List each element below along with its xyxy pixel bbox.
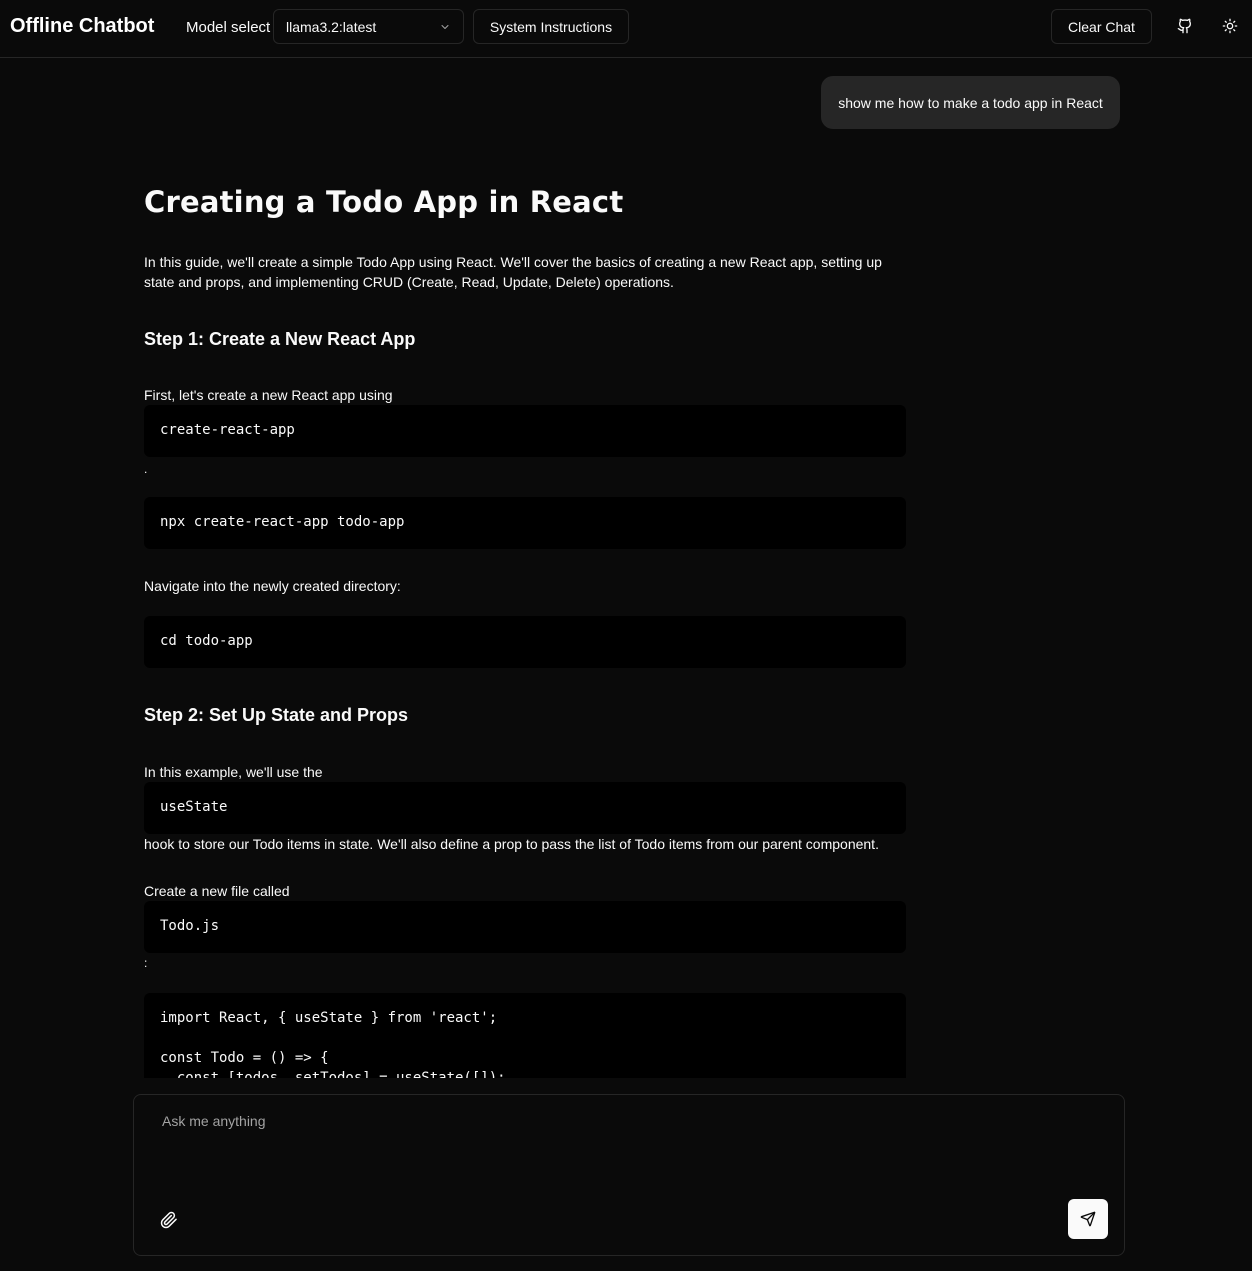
github-icon xyxy=(1177,18,1192,34)
code-block: Todo.js xyxy=(144,901,906,953)
code-block: import React, { useState } from 'react';… xyxy=(144,993,906,1078)
chat-input-container xyxy=(133,1094,1125,1256)
github-button[interactable] xyxy=(1172,13,1198,39)
chat-response-area: Creating a Todo App in React In this gui… xyxy=(0,59,1252,1078)
code-block: cd todo-app xyxy=(144,616,906,668)
model-select-label: Model select xyxy=(186,19,271,36)
code-line: create-react-app xyxy=(160,422,295,438)
step1-text: First, let's create a new React app usin… xyxy=(144,387,393,403)
theme-toggle-button[interactable] xyxy=(1217,13,1243,39)
code-block: npx create-react-app todo-app xyxy=(144,497,906,549)
navigate-text: Navigate into the newly created director… xyxy=(144,578,401,594)
system-instructions-button[interactable]: System Instructions xyxy=(473,9,629,44)
step2-text: In this example, we'll use the xyxy=(144,764,323,780)
code-line: npx create-react-app todo-app xyxy=(160,514,405,530)
step2-heading: Step 2: Set Up State and Props xyxy=(144,705,409,725)
step1-dot: . xyxy=(144,462,148,476)
paperclip-icon xyxy=(160,1211,177,1229)
chat-input[interactable] xyxy=(150,1105,1114,1201)
send-icon xyxy=(1080,1211,1096,1227)
code-line: useState xyxy=(160,799,228,815)
sun-icon xyxy=(1222,18,1238,34)
model-select-value: llama3.2:latest xyxy=(286,19,377,35)
step1-heading: Step 1: Create a New React App xyxy=(144,329,416,349)
code-line: Todo.js xyxy=(160,918,220,934)
step2-text-continued: hook to store our Todo items in state. W… xyxy=(144,836,879,852)
clear-chat-button[interactable]: Clear Chat xyxy=(1051,9,1152,44)
code-line: const Todo = () => { xyxy=(160,1050,329,1066)
send-button[interactable] xyxy=(1068,1199,1108,1239)
code-block: create-react-app xyxy=(144,405,906,457)
code-line: cd todo-app xyxy=(160,633,253,649)
chevron-down-icon xyxy=(441,25,449,29)
code-block: useState xyxy=(144,782,906,834)
attach-button[interactable] xyxy=(160,1211,180,1231)
response-intro: In this guide, we'll create a simple Tod… xyxy=(144,254,882,290)
app-header: Offline Chatbot Model select llama3.2:la… xyxy=(0,0,1252,58)
model-select-dropdown[interactable]: llama3.2:latest xyxy=(273,9,464,44)
create-colon: : xyxy=(144,956,148,970)
response-title: Creating a Todo App in React xyxy=(144,185,624,219)
create-file-text: Create a new file called xyxy=(144,883,290,899)
code-line: const [todos, setTodos] = useState([]); xyxy=(160,1070,506,1078)
code-line: import React, { useState } from 'react'; xyxy=(160,1010,498,1026)
app-title: Offline Chatbot xyxy=(10,15,155,37)
